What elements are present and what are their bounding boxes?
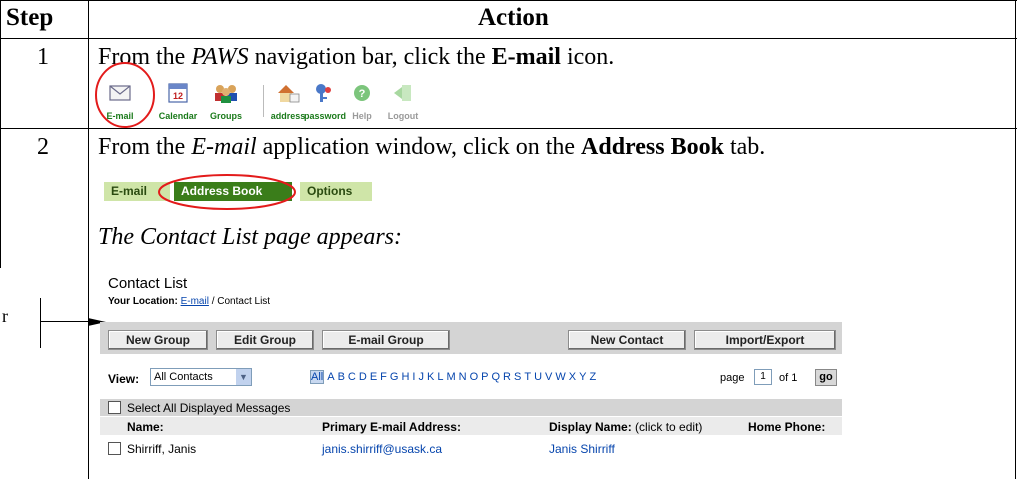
alphabet-link-u[interactable]: U [534,371,542,383]
contact-list-title: Contact List [108,275,188,292]
select-all-checkbox[interactable] [108,401,121,414]
page-label: page [720,372,745,384]
alphabet-link-d[interactable]: D [359,371,367,383]
alphabet-filter[interactable]: All A B C D E F G H I J K L M N O P Q R S T U V W X Y Z [310,370,599,384]
logout-icon [394,85,411,101]
contact-name: Shirriff, Janis [127,442,197,456]
alphabet-link-t[interactable]: T [524,371,531,383]
nav-groups[interactable]: Groups [206,82,246,124]
groups-icon [215,85,237,103]
col-name: Name: [127,420,164,434]
callout-bracket [40,298,41,348]
alphabet-link-p[interactable]: P [481,371,488,383]
page-total: of 1 [779,372,798,384]
email-highlight-circle [95,62,155,128]
alphabet-link-y[interactable]: Y [579,371,586,383]
row-checkbox[interactable] [108,442,121,455]
contact-display-name-link[interactable]: Janis Shirriff [549,442,615,456]
alphabet-link-m[interactable]: M [446,371,455,383]
alphabet-link-n[interactable]: N [459,371,467,383]
contact-list-appears-text: The Contact List page appears: [98,224,402,250]
alphabet-link-v[interactable]: V [545,371,552,383]
col-email: Primary E-mail Address: [322,420,461,434]
side-callout-label: r [2,306,8,326]
alphabet-link-h[interactable]: H [401,371,409,383]
step2-instruction: From the E-mail application window, clic… [98,134,766,160]
alphabet-link-k[interactable]: K [427,371,434,383]
nav-divider [263,85,264,117]
alphabet-link-w[interactable]: W [555,371,565,383]
contact-email-link[interactable]: janis.shirriff@usask.ca [322,442,442,456]
step-number-2: 2 [37,134,49,160]
view-select[interactable]: All Contacts ▼ [150,368,252,386]
alphabet-link-s[interactable]: S [514,371,521,383]
alphabet-link-r[interactable]: R [503,371,511,383]
alphabet-link-q[interactable]: Q [491,371,500,383]
nav-logout[interactable]: Logout [385,82,421,124]
step-number-1: 1 [37,44,49,70]
alphabet-link-o[interactable]: O [470,371,479,383]
alphabet-link-l[interactable]: L [437,371,443,383]
page-input[interactable]: 1 [754,369,772,385]
alphabet-link-c[interactable]: C [348,371,356,383]
nav-address[interactable]: address [268,82,308,124]
import-export-button[interactable]: Import/Export [694,330,836,350]
new-contact-button[interactable]: New Contact [568,330,686,350]
help-icon: ? [354,85,370,101]
header-step: Step [6,4,54,31]
alphabet-link-b[interactable]: B [338,371,345,383]
alphabet-link-z[interactable]: Z [589,371,596,383]
breadcrumb-email-link[interactable]: E-mail [181,296,209,307]
tab-options[interactable]: Options [300,182,372,201]
alphabet-link-g[interactable]: G [390,371,399,383]
address-book-highlight-circle [158,174,296,210]
nav-calendar[interactable]: 12 Calendar [158,82,198,124]
step1-instruction: From the PAWS navigation bar, click the … [98,44,615,70]
alphabet-link-e[interactable]: E [370,371,377,383]
select-all-label: Select All Displayed Messages [127,401,291,415]
alphabet-link-j[interactable]: J [418,371,424,383]
new-group-button[interactable]: New Group [108,330,208,350]
column-header-row [100,417,842,435]
alphabet-link-f[interactable]: F [380,371,387,383]
header-action: Action [478,4,549,31]
alphabet-link-x[interactable]: X [569,371,576,383]
breadcrumb: Your Location: E-mail / Contact List [108,296,271,307]
alphabet-link-i[interactable]: I [412,371,415,383]
email-group-button[interactable]: E-mail Group [322,330,450,350]
address-home-icon [278,85,300,103]
svg-text:12: 12 [173,91,183,101]
go-button[interactable]: go [815,369,837,386]
svg-text:?: ? [359,88,366,100]
chevron-down-icon: ▼ [236,369,251,385]
view-label: View: [108,372,140,386]
nav-help[interactable]: ? Help [342,82,382,124]
edit-group-button[interactable]: Edit Group [216,330,314,350]
col-display: Display Name: (click to edit) [549,420,703,434]
nav-password[interactable]: password [304,82,346,124]
password-key-icon [316,84,331,102]
col-phone: Home Phone: [748,420,826,434]
alphabet-link-all[interactable]: All [310,370,325,384]
calendar-icon: 12 [168,83,188,103]
alphabet-link-a[interactable]: A [327,371,334,383]
